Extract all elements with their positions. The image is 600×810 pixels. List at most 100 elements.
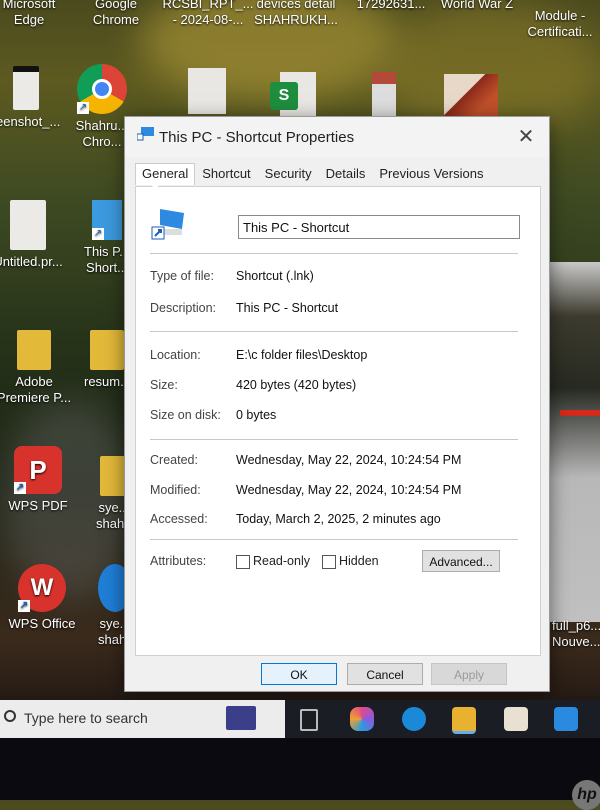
desktop-icon-wps-pdf[interactable]: P ↗ WPS PDF <box>0 446 78 514</box>
tab-details[interactable]: Details <box>319 161 373 185</box>
taskbar: Type here to search <box>0 700 600 738</box>
icon-label: World War Z <box>440 0 514 11</box>
icon-label: Edge <box>13 12 45 27</box>
icon-label: Certificati... <box>527 24 593 39</box>
search-highlight-clapperboard-icon[interactable] <box>226 706 256 730</box>
this-pc-shortcut-icon <box>151 209 184 240</box>
type-value: Shortcut (.lnk) <box>236 269 314 283</box>
file-explorer-icon[interactable] <box>452 707 476 734</box>
document-icon <box>13 66 39 110</box>
size-on-disk-label: Size on disk: <box>150 408 221 422</box>
icon-label: full_p6... Nouve... <box>552 618 600 649</box>
document-icon[interactable] <box>188 68 226 114</box>
shortcut-arrow-icon: ↗ <box>77 102 89 114</box>
wps-pdf-icon: P ↗ <box>14 446 62 494</box>
desktop-icon-untitled[interactable]: Untitled.pr... <box>0 200 68 270</box>
this-pc-icon: ↗ <box>92 200 122 240</box>
tab-shortcut[interactable]: Shortcut <box>195 161 257 185</box>
background-window-preview <box>548 262 600 622</box>
edge-icon[interactable] <box>402 707 426 731</box>
accessed-label: Accessed: <box>150 512 208 526</box>
modified-label: Modified: <box>150 483 201 497</box>
icon-label: WPS PDF <box>8 498 68 513</box>
icon-label: Adobe Premiere P... <box>0 374 72 405</box>
shortcut-arrow-icon: ↗ <box>18 600 30 612</box>
description-label: Description: <box>150 301 216 315</box>
icon-label: 17292631... <box>356 0 426 11</box>
icon-label: reenshot_... <box>0 114 61 129</box>
hidden-checkbox[interactable] <box>322 555 336 569</box>
dialog-title: This PC - Shortcut Properties <box>159 129 355 146</box>
shortcut-arrow-icon: ↗ <box>14 482 26 494</box>
desktop-icon-full-p6[interactable]: full_p6... Nouve... <box>552 618 600 650</box>
icon-label: Chrome <box>92 12 140 27</box>
search-placeholder: Type here to search <box>24 710 148 726</box>
icon-label: Untitled.pr... <box>0 254 63 269</box>
dialog-titlebar[interactable]: This PC - Shortcut Properties ✕ <box>125 117 549 157</box>
advanced-button[interactable]: Advanced... <box>422 550 500 572</box>
tab-general[interactable]: General <box>135 163 196 185</box>
mail-icon[interactable] <box>554 707 578 731</box>
location-label: Location: <box>150 348 201 362</box>
read-only-label[interactable]: Read-only <box>253 554 310 568</box>
icon-label: RCSBI_RPT_... <box>162 0 254 11</box>
tab-strip: General Shortcut Security Details Previous V… <box>135 161 490 187</box>
search-icon <box>4 710 16 722</box>
sheets-document-icon[interactable]: S <box>270 72 316 116</box>
close-button[interactable]: ✕ <box>513 125 539 149</box>
image-file-icon[interactable] <box>444 74 498 122</box>
folder-icon <box>90 330 124 370</box>
document-icon <box>10 200 46 250</box>
created-label: Created: <box>150 453 198 467</box>
tab-previous-versions[interactable]: Previous Versions <box>372 161 490 185</box>
shortcut-arrow-icon: ↗ <box>92 228 104 240</box>
image-file-icon[interactable] <box>372 72 396 118</box>
apply-button[interactable]: Apply <box>431 663 507 685</box>
desktop-icon-world-war-z[interactable]: World War Z <box>432 0 522 12</box>
desktop-icon-rcsbi-rpt[interactable]: RCSBI_RPT_... - 2024-08-... <box>160 0 256 28</box>
icon-label: - 2024-08-... <box>172 12 244 27</box>
chrome-icon: ↗ <box>77 64 127 114</box>
icon-label: Google <box>95 0 137 11</box>
this-pc-icon <box>137 127 154 141</box>
divider <box>150 253 518 254</box>
icon-label: Shahru... Chro... <box>75 118 129 149</box>
cancel-button[interactable]: Cancel <box>347 663 423 685</box>
hidden-label[interactable]: Hidden <box>339 554 379 568</box>
description-value: This PC - Shortcut <box>236 301 339 315</box>
size-value: 420 bytes (420 bytes) <box>236 378 357 392</box>
attributes-label: Attributes: <box>150 554 207 568</box>
icon-label: Microsoft <box>2 0 56 11</box>
desktop-icon-screenshot[interactable]: reenshot_... <box>0 66 66 130</box>
copilot-icon[interactable] <box>350 707 374 731</box>
icon-label: WPS Office <box>8 616 76 631</box>
ok-button[interactable]: OK <box>261 663 337 685</box>
tab-security[interactable]: Security <box>258 161 319 185</box>
desktop-icon-module-certificate[interactable]: Module - Certificati... <box>522 8 598 40</box>
type-label: Type of file: <box>150 269 214 283</box>
desktop-icon-edge[interactable]: Microsoft Edge <box>0 0 64 28</box>
size-on-disk-value: 0 bytes <box>236 408 277 422</box>
desktop-icon-wps-office[interactable]: W ↗ WPS Office <box>2 564 82 632</box>
desktop-icon-adobe-premiere[interactable]: Adobe Premiere P... <box>0 330 74 406</box>
general-tab-panel: This PC - Shortcut Type of file: Shortcu… <box>135 186 541 656</box>
microsoft-store-icon[interactable] <box>504 707 528 731</box>
icon-label: devices detail <box>256 0 336 11</box>
icon-label: Module - <box>534 8 586 23</box>
hp-logo: hp <box>572 780 600 810</box>
desktop-icon-chrome-profile[interactable]: ↗ Shahru... Chro... <box>72 64 132 150</box>
desktop-icon-devices-detail[interactable]: devices detail SHAHRUKH... <box>250 0 342 28</box>
read-only-checkbox[interactable] <box>236 555 250 569</box>
modified-value: Wednesday, May 22, 2024, 10:24:54 PM <box>236 483 462 497</box>
red-accent-bar <box>560 410 600 416</box>
monitor-bezel <box>0 738 600 800</box>
desktop-icon-chrome[interactable]: Google Chrome <box>76 0 156 28</box>
taskbar-search-box[interactable]: Type here to search <box>0 700 285 738</box>
file-name-input[interactable]: This PC - Shortcut <box>238 215 520 239</box>
accessed-value: Today, March 2, 2025, 2 minutes ago <box>236 512 441 526</box>
divider <box>150 439 518 440</box>
desktop-icon-17292631[interactable]: 17292631... <box>346 0 436 12</box>
created-value: Wednesday, May 22, 2024, 10:24:54 PM <box>236 453 462 467</box>
task-view-icon[interactable] <box>300 709 318 731</box>
icon-label: SHAHRUKH... <box>254 12 338 27</box>
